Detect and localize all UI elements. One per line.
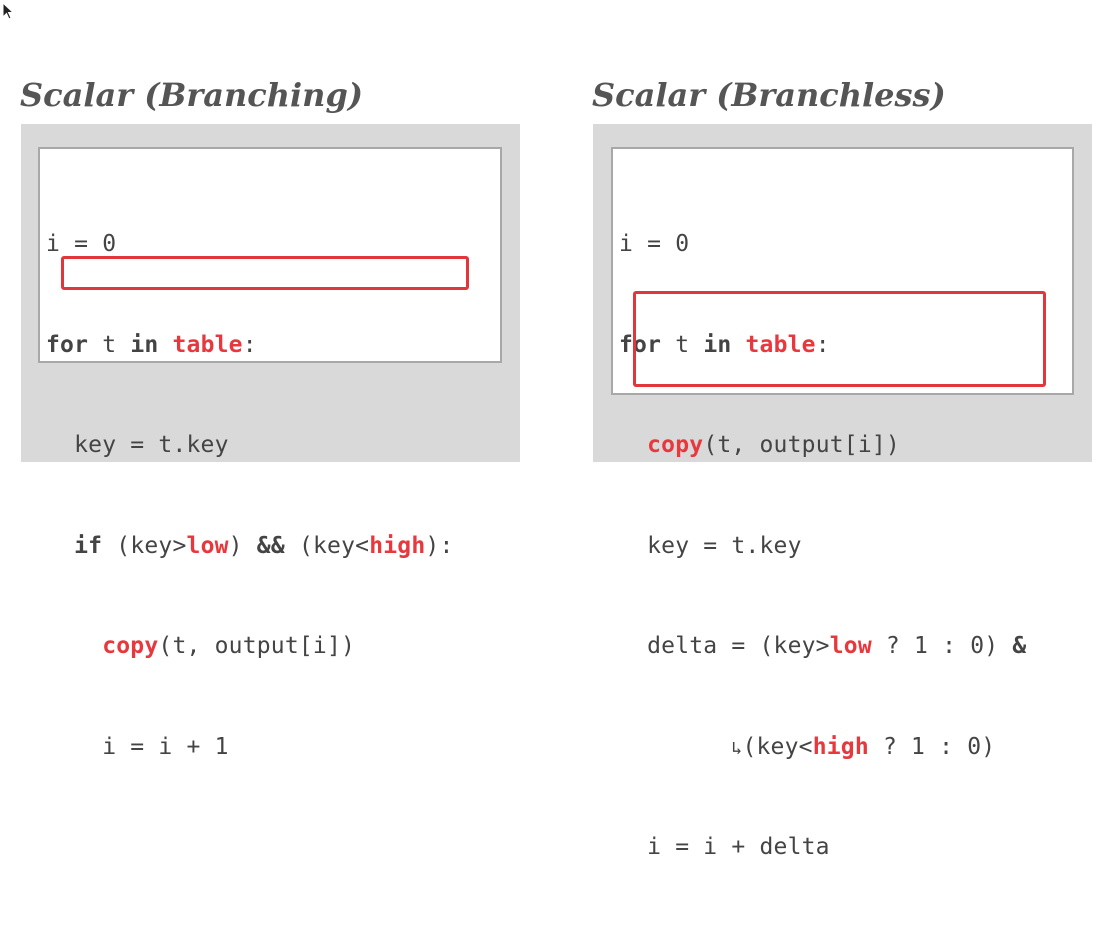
code-line-4: key = t.key bbox=[619, 532, 802, 559]
branching-code-block: i = 0 for t in table: key = t.key if (ke… bbox=[38, 147, 502, 760]
code-line-2: for t in table: bbox=[46, 331, 257, 358]
code-line-3: copy(t, output[i]) bbox=[647, 432, 900, 458]
code-line-3: key = t.key bbox=[46, 432, 229, 458]
code-line-7: i = i + delta bbox=[619, 834, 830, 860]
line-wrap-icon: ↳ bbox=[731, 737, 743, 759]
code-line-4: if (key>low) && (key<high): bbox=[74, 532, 454, 559]
code-line-5: delta = (key>low ? 1 : 0) & bbox=[619, 633, 1027, 659]
branchless-code: i = 0 for t in table: copy(t, output[i])… bbox=[619, 161, 1026, 932]
code-line-6: ↳(key<high ? 1 : 0) bbox=[731, 733, 996, 760]
code-line-5: copy(t, output[i]) bbox=[102, 633, 356, 659]
branching-panel-title: Scalar (Branching) bbox=[20, 76, 363, 114]
mouse-cursor-icon bbox=[2, 2, 14, 20]
branchless-delta-highlight bbox=[633, 291, 1046, 387]
code-line-6: i = i + 1 bbox=[46, 733, 229, 760]
code-line-1: i = 0 bbox=[619, 231, 690, 257]
branch-condition-highlight bbox=[61, 256, 469, 290]
branchless-panel-title: Scalar (Branchless) bbox=[592, 76, 946, 114]
